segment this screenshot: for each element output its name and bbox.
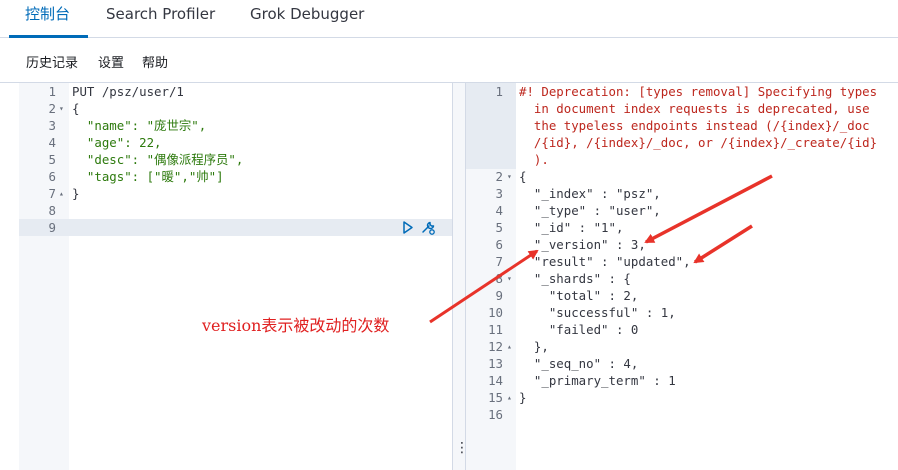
line-number: 9 [48,220,56,235]
line-number: 5 [495,220,503,235]
tab-console[interactable]: 控制台 [25,0,70,38]
warning-line: #! Deprecation: [types removal] Specifyi… [519,84,878,99]
response-line-result: "result" : "updated", [519,254,691,269]
help-link[interactable]: 帮助 [142,52,168,76]
line-number: 3 [495,186,503,201]
line-number: 14 [488,373,503,388]
line-number: 3 [48,118,56,133]
warning-line: in document index requests is deprecated… [519,101,870,116]
line-number: 2 [495,169,503,184]
fold-open-icon[interactable]: ▾ [507,270,512,287]
request-line: "tags": ["暖","帅"] [72,169,224,184]
response-line: { [519,169,527,184]
line-number: 8 [48,203,56,218]
line-number: 7 [495,254,503,269]
request-line: } [72,186,80,201]
line-number: 10 [488,305,503,320]
request-active-line [19,219,452,236]
pane-splitter[interactable] [452,83,466,470]
response-line: "_seq_no" : 4, [519,356,639,371]
response-line: "_type" : "user", [519,203,661,218]
fold-close-icon[interactable]: ▴ [507,389,512,406]
annotation-label: version表示被改动的次数 [202,316,390,335]
fold-open-icon[interactable]: ▾ [507,168,512,185]
response-line: }, [519,339,549,354]
line-number: 4 [48,135,56,150]
line-number: 6 [48,169,56,184]
line-number: 1 [495,84,503,99]
fold-close-icon[interactable]: ▴ [507,338,512,355]
response-line: "_primary_term" : 1 [519,373,676,388]
fold-open-icon[interactable]: ▾ [59,100,64,117]
warning-line: ). [519,152,549,167]
line-number: 1 [48,84,56,99]
line-number: 4 [495,203,503,218]
response-line: "_shards" : { [519,271,631,286]
response-line-version: "_version" : 3, [519,237,646,252]
wrench-icon[interactable] [420,220,436,235]
history-link[interactable]: 历史记录 [26,52,78,76]
request-line: { [72,101,80,116]
request-line: "name": "庞世宗", [72,118,207,133]
fold-close-icon[interactable]: ▴ [59,185,64,202]
line-number: 2 [48,101,56,116]
line-number: 15 [488,390,503,405]
warning-line: /{id}, /{index}/_doc, or /{index}/_creat… [519,135,878,150]
tab-search-profiler[interactable]: Search Profiler [106,0,215,38]
warning-line: the typeless endpoints instead (/{index}… [519,118,870,133]
active-tab-indicator [9,35,88,38]
line-number: 11 [488,322,503,337]
line-number: 7 [48,186,56,201]
request-line: "desc": "偶像派程序员", [72,152,244,167]
line-number: 6 [495,237,503,252]
line-number: 13 [488,356,503,371]
line-number: 8 [495,271,503,286]
line-number: 16 [488,407,503,422]
response-line: "total" : 2, [519,288,639,303]
response-line: } [519,390,527,405]
line-number: 5 [48,152,56,167]
response-line: "successful" : 1, [519,305,676,320]
response-line: "_index" : "psz", [519,186,661,201]
request-line: PUT /psz/user/1 [72,84,184,99]
play-icon[interactable] [400,220,416,235]
response-line: "failed" : 0 [519,322,639,337]
line-number: 12 [488,339,503,354]
response-line: "_id" : "1", [519,220,624,235]
request-line: "age": 22, [72,135,162,150]
line-number: 9 [495,288,503,303]
tab-bar: 控制台 Search Profiler Grok Debugger [0,0,898,38]
tab-grok-debugger[interactable]: Grok Debugger [250,0,364,38]
settings-link[interactable]: 设置 [98,52,124,76]
